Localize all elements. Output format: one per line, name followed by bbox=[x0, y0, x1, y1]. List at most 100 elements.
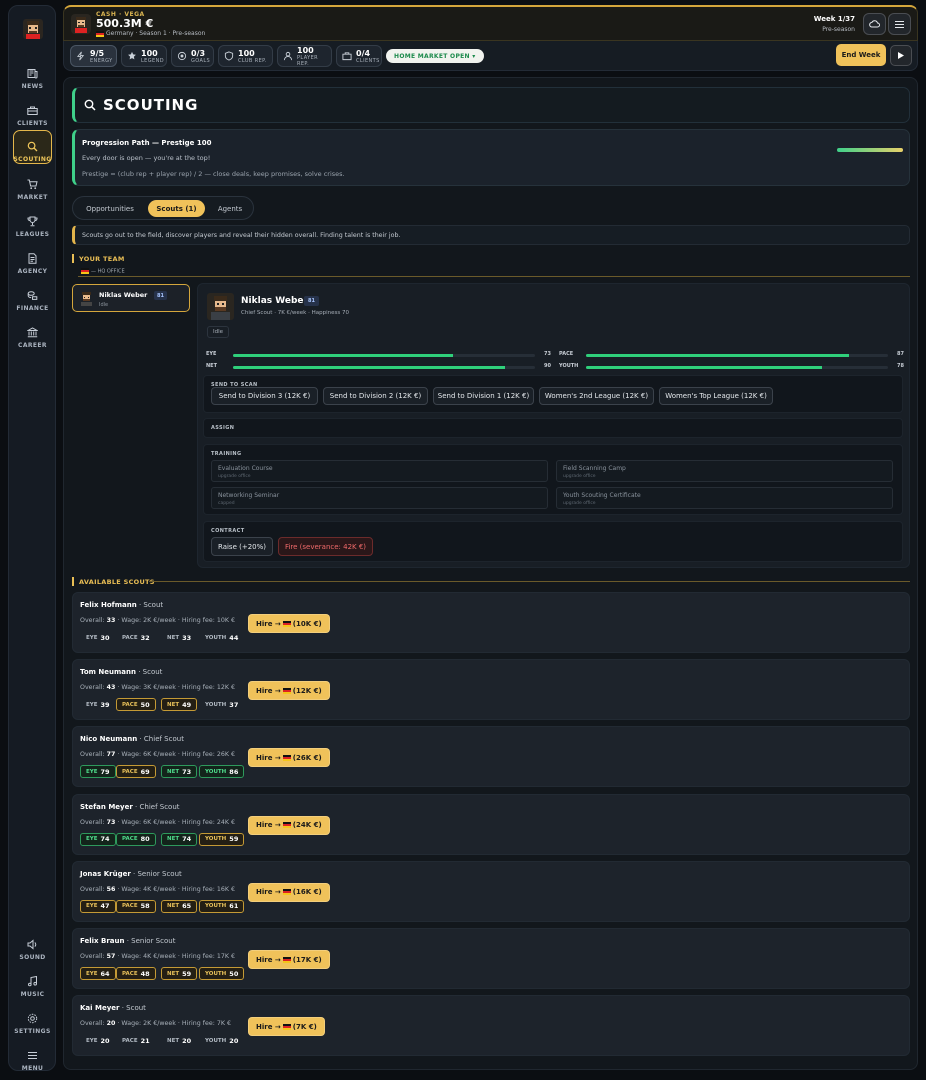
stat-chip-value: 61 bbox=[229, 902, 239, 911]
scout-overall: 43 bbox=[106, 684, 116, 692]
stat-chip-eye: EYE 30 bbox=[80, 631, 116, 644]
germany-flag-icon bbox=[282, 889, 291, 896]
stat-chip-eye: EYE 47 bbox=[80, 899, 116, 913]
hamburger-icon bbox=[27, 1050, 38, 1061]
stat-bar-value: 87 bbox=[897, 351, 904, 357]
sidebar-item-news[interactable]: NEWS bbox=[13, 56, 52, 90]
sidebar-item-music[interactable]: MUSIC bbox=[13, 964, 52, 998]
your-team-heading: YOUR TEAM bbox=[72, 254, 125, 263]
stat-chip-youth: YOUTH 37 bbox=[199, 698, 244, 711]
goals-stat[interactable]: 0/3 GOALS bbox=[171, 45, 214, 67]
sidebar-item-clients[interactable]: CLIENTS bbox=[13, 93, 52, 127]
stat-chip-value: 44 bbox=[229, 633, 239, 642]
clients-stat[interactable]: 0/4 CLIENTS bbox=[336, 45, 382, 67]
stat-label: PLAYER REP. bbox=[297, 54, 319, 67]
agent-avatar[interactable] bbox=[19, 15, 47, 43]
hire-button[interactable]: Hire → (10K €) bbox=[248, 614, 330, 633]
hire-button[interactable]: Hire → (7K €) bbox=[248, 1017, 325, 1037]
scout-name: Jonas Krüger bbox=[80, 869, 131, 878]
page-title-card: SCOUTING bbox=[72, 87, 910, 123]
end-week-button[interactable]: End Week bbox=[836, 44, 886, 66]
market-status-dropdown[interactable]: HOME MARKET OPEN ▾ bbox=[386, 49, 484, 63]
stat-chip-label: NET bbox=[167, 701, 180, 708]
send-to-scan-button-2[interactable]: Send to Division 2 (12K €) bbox=[323, 387, 428, 405]
training-option[interactable]: Evaluation Course upgrade office bbox=[211, 460, 548, 482]
music-icon bbox=[27, 976, 38, 987]
send-to-scan-button-1[interactable]: Send to Division 3 (12K €) bbox=[211, 387, 318, 405]
hire-button[interactable]: Hire → (24K €) bbox=[248, 815, 330, 835]
sidebar-item-finance[interactable]: FINANCE bbox=[13, 278, 52, 312]
training-panel: TRAINING Evaluation Course upgrade office… bbox=[203, 444, 903, 515]
stat-chip-value: 74 bbox=[100, 835, 110, 844]
tab-scouts[interactable]: Scouts (1) bbox=[148, 200, 205, 217]
training-name: Field Scanning Camp bbox=[563, 465, 626, 472]
hire-button[interactable]: Hire → (16K €) bbox=[248, 882, 330, 902]
team-scout-card[interactable]: Niklas Weber 81 Idle bbox=[72, 284, 190, 312]
season-subtitle: Germany · Season 1 · Pre-season bbox=[96, 30, 205, 37]
hire-button[interactable]: Hire → (17K €) bbox=[248, 950, 330, 969]
send-to-scan-button-5[interactable]: Women's Top League (12K €) bbox=[659, 387, 773, 405]
team-scout-status: Idle bbox=[99, 302, 109, 308]
sidebar-item-career[interactable]: CAREER bbox=[13, 315, 52, 349]
training-option[interactable]: Networking Seminar capped bbox=[211, 487, 548, 509]
player-rep-stat[interactable]: 100 PLAYER REP. bbox=[277, 45, 332, 67]
available-scouts-heading: AVAILABLE SCOUTS bbox=[72, 577, 155, 586]
tab-opportunities[interactable]: Opportunities bbox=[77, 200, 143, 217]
scout-card: Kai Meyer · Scout Overall: 20 · Wage: 2K … bbox=[72, 995, 910, 1057]
stat-chip-youth: YOUTH 44 bbox=[199, 631, 244, 644]
scout-info: Overall: 56 · Wage: 4K €/week · Hiring f… bbox=[80, 885, 235, 893]
training-option[interactable]: Youth Scouting Certificate upgrade office bbox=[556, 487, 893, 509]
send-to-scan-button-3[interactable]: Send to Division 1 (12K €) bbox=[433, 387, 534, 405]
stat-chip-label: EYE bbox=[86, 836, 98, 843]
training-status: upgrade office bbox=[563, 501, 596, 506]
stat-bar-value: 90 bbox=[544, 363, 551, 369]
sidebar-item-label: NEWS bbox=[21, 83, 44, 90]
scout-name: Stefan Meyer bbox=[80, 802, 133, 811]
play-button[interactable] bbox=[890, 45, 912, 66]
send-to-scan-panel: SEND TO SCAN Send to Division 3 (12K €) S… bbox=[203, 375, 903, 413]
scout-title: Nico Neumann · Chief Scout bbox=[80, 735, 184, 743]
sidebar-item-label: MUSIC bbox=[20, 991, 45, 998]
rating-badge: 81 bbox=[304, 296, 319, 306]
sidebar-item-market[interactable]: MARKET bbox=[13, 167, 52, 201]
stat-bar-pace: PACE 87 bbox=[559, 351, 904, 359]
legend-stat[interactable]: 100 LEGEND bbox=[121, 45, 167, 67]
stat-chip-label: EYE bbox=[86, 701, 98, 708]
stat-chip-label: NET bbox=[167, 768, 180, 775]
stat-chip-label: PACE bbox=[122, 836, 138, 843]
training-status: upgrade office bbox=[218, 474, 251, 479]
cloud-icon bbox=[869, 20, 880, 28]
stat-chip-label: PACE bbox=[122, 1037, 138, 1044]
fire-button[interactable]: Fire (severance: 42K €) bbox=[278, 537, 373, 556]
stat-chip-label: NET bbox=[167, 1037, 180, 1044]
raise-button[interactable]: Raise (+20%) bbox=[211, 537, 273, 556]
germany-flag-icon bbox=[282, 1023, 291, 1030]
hire-button[interactable]: Hire → (12K €) bbox=[248, 681, 330, 701]
stat-chip-pace: PACE 50 bbox=[116, 698, 156, 712]
stat-value: 0/3 bbox=[191, 48, 206, 58]
search-icon bbox=[84, 99, 96, 111]
tab-agents[interactable]: Agents bbox=[209, 200, 251, 217]
stat-chip-label: YOUTH bbox=[205, 1037, 227, 1044]
club-rep-stat[interactable]: 100 CLUB REP. bbox=[218, 45, 273, 67]
stat-chip-net: NET 73 bbox=[161, 765, 198, 779]
sidebar-item-leagues[interactable]: LEAGUES bbox=[13, 204, 52, 238]
stat-chip-value: 20 bbox=[229, 1036, 239, 1045]
hire-button[interactable]: Hire → (26K €) bbox=[248, 748, 330, 768]
send-to-scan-button-4[interactable]: Women's 2nd League (12K €) bbox=[539, 387, 654, 405]
germany-flag-icon bbox=[282, 822, 291, 829]
sidebar-item-settings[interactable]: SETTINGS bbox=[13, 1001, 52, 1035]
sidebar-item-menu[interactable]: MENU bbox=[13, 1038, 52, 1072]
stat-chip-net: NET 74 bbox=[161, 832, 198, 846]
cloud-save-button[interactable] bbox=[863, 13, 886, 35]
scout-role: · Senior Scout bbox=[126, 937, 176, 945]
sidebar-item-label: FINANCE bbox=[16, 305, 49, 312]
sidebar-item-agency[interactable]: AGENCY bbox=[13, 241, 52, 275]
training-option[interactable]: Field Scanning Camp upgrade office bbox=[556, 460, 893, 482]
sidebar-item-scouting[interactable]: SCOUTING bbox=[13, 130, 52, 164]
stat-chip-value: 80 bbox=[140, 835, 150, 844]
header-menu-button[interactable] bbox=[888, 13, 911, 35]
sidebar-item-sound[interactable]: SOUND bbox=[13, 927, 52, 961]
energy-stat[interactable]: 9/5 ENERGY bbox=[70, 45, 117, 67]
briefcase-icon bbox=[27, 105, 38, 116]
